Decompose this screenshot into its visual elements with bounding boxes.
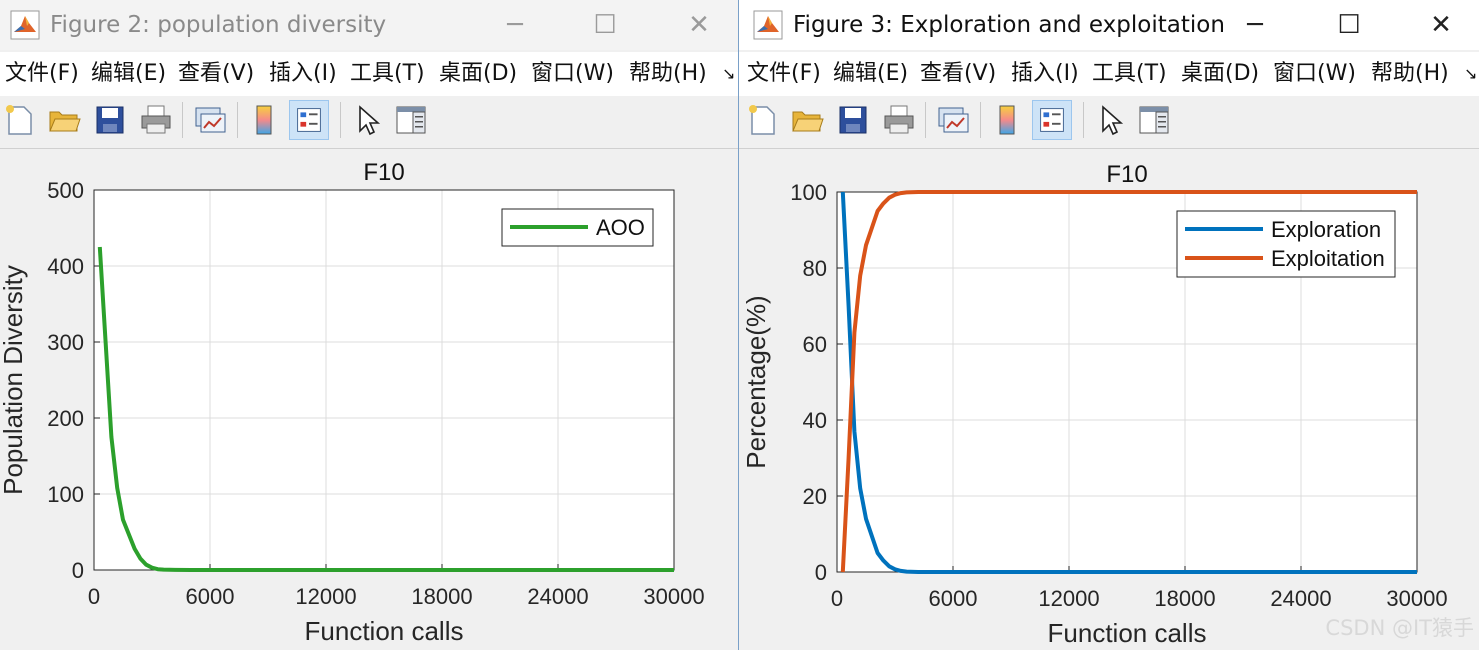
x-tick-label: 30000 <box>1386 586 1447 611</box>
property-inspector-icon[interactable] <box>391 100 431 140</box>
x-tick-label: 18000 <box>411 584 472 609</box>
menu-edit[interactable]: 编辑(E) <box>91 58 166 90</box>
menu-window[interactable]: 窗口(W) <box>531 58 614 90</box>
print-icon[interactable] <box>879 100 919 140</box>
y-tick-label: 60 <box>803 332 827 357</box>
menu-help[interactable]: 帮助(H) <box>629 58 707 90</box>
legend-label-aoo: AOO <box>596 215 645 240</box>
figure-window-exploration-exploitation: Figure 3: Exploration and exploitation ─… <box>738 0 1479 650</box>
toolbar-separator <box>340 102 341 138</box>
menu-overflow-icon[interactable]: ↘ <box>1464 58 1477 90</box>
x-tick-label: 18000 <box>1154 586 1215 611</box>
legend-label-exploration: Exploration <box>1271 217 1381 242</box>
property-inspector-icon[interactable] <box>1134 100 1174 140</box>
y-tick-label: 300 <box>47 330 84 355</box>
menu-bar: 文件(F) 编辑(E) 查看(V) 插入(I) 工具(T) 桌面(D) 窗口(W… <box>739 52 1479 96</box>
chart-title: F10 <box>363 159 404 186</box>
close-button[interactable]: ✕ <box>1425 9 1457 41</box>
figure-canvas[interactable]: 0 6000 12000 18000 24000 30000 0 100 200 300 400 50… <box>0 149 738 650</box>
legend-label-exploitation: Exploitation <box>1271 246 1385 271</box>
print-icon[interactable] <box>136 100 176 140</box>
x-axis-label: Function calls <box>305 616 464 646</box>
open-file-icon[interactable] <box>787 100 827 140</box>
y-tick-label: 500 <box>47 178 84 203</box>
x-tick-label: 30000 <box>643 584 704 609</box>
x-tick-label: 0 <box>88 584 100 609</box>
y-tick-label: 0 <box>72 558 84 583</box>
x-tick-label: 12000 <box>1038 586 1099 611</box>
y-tick-label: 400 <box>47 254 84 279</box>
menu-window[interactable]: 窗口(W) <box>1273 58 1356 90</box>
y-tick-label: 80 <box>803 256 827 281</box>
x-tick-label: 6000 <box>929 586 978 611</box>
y-tick-label: 100 <box>790 180 827 205</box>
y-tick-label: 200 <box>47 406 84 431</box>
menu-edit[interactable]: 编辑(E) <box>833 58 908 90</box>
matlab-app-icon <box>10 10 40 40</box>
x-tick-label: 24000 <box>527 584 588 609</box>
colorbar-icon[interactable] <box>987 100 1027 140</box>
title-bar[interactable]: Figure 2: population diversity ─ ☐ ✕ <box>0 0 738 50</box>
menu-file[interactable]: 文件(F) <box>5 58 79 90</box>
save-icon[interactable] <box>833 100 873 140</box>
menu-overflow-icon[interactable]: ↘ <box>722 58 735 90</box>
y-tick-label: 20 <box>803 484 827 509</box>
x-axis-label: Function calls <box>1048 618 1207 648</box>
legend-icon[interactable] <box>1032 100 1072 140</box>
x-tick-label: 0 <box>831 586 843 611</box>
x-tick-label: 24000 <box>1270 586 1331 611</box>
x-tick-label: 6000 <box>186 584 235 609</box>
menu-desktop[interactable]: 桌面(D) <box>1181 58 1259 90</box>
y-axis-label: Population Diversity <box>0 265 28 495</box>
toolbar-separator <box>237 102 238 138</box>
new-figure-icon[interactable] <box>743 100 783 140</box>
watermark: CSDN @IT猿手 <box>1325 616 1474 640</box>
menu-bar: 文件(F) 编辑(E) 查看(V) 插入(I) 工具(T) 桌面(D) 窗口(W… <box>0 52 738 96</box>
y-tick-label: 40 <box>803 408 827 433</box>
toolbar-separator <box>182 102 183 138</box>
legend-icon[interactable] <box>289 100 329 140</box>
maximize-button[interactable]: ☐ <box>589 9 621 41</box>
x-tick-label: 12000 <box>295 584 356 609</box>
window-title: Figure 2: population diversity <box>50 12 387 38</box>
menu-view[interactable]: 查看(V) <box>920 58 996 90</box>
population-diversity-chart[interactable]: 0 6000 12000 18000 24000 30000 0 100 200 300 400 50… <box>0 149 737 650</box>
minimize-button[interactable]: ─ <box>1239 9 1271 41</box>
figure-toolbar <box>0 96 738 149</box>
pointer-icon[interactable] <box>347 100 387 140</box>
menu-file[interactable]: 文件(F) <box>747 58 821 90</box>
pointer-icon[interactable] <box>1090 100 1130 140</box>
link-plot-icon[interactable] <box>932 100 972 140</box>
chart-title: F10 <box>1106 161 1147 188</box>
minimize-button[interactable]: ─ <box>499 9 531 41</box>
window-title: Figure 3: Exploration and exploitation <box>793 12 1225 38</box>
exploration-exploitation-chart[interactable]: 0 6000 12000 18000 24000 30000 0 20 40 60 80 100 F10… <box>739 149 1479 650</box>
matlab-app-icon <box>753 10 783 40</box>
figure-toolbar <box>739 96 1479 149</box>
title-bar[interactable]: Figure 3: Exploration and exploitation ─… <box>739 0 1479 50</box>
y-tick-label: 100 <box>47 482 84 507</box>
colorbar-icon[interactable] <box>244 100 284 140</box>
menu-desktop[interactable]: 桌面(D) <box>439 58 517 90</box>
y-tick-label: 0 <box>815 560 827 585</box>
maximize-button[interactable]: ☐ <box>1333 9 1365 41</box>
y-axis-label: Percentage(%) <box>741 295 771 468</box>
save-icon[interactable] <box>90 100 130 140</box>
menu-insert[interactable]: 插入(I) <box>269 58 337 90</box>
menu-view[interactable]: 查看(V) <box>178 58 254 90</box>
menu-insert[interactable]: 插入(I) <box>1011 58 1079 90</box>
menu-tools[interactable]: 工具(T) <box>1092 58 1167 90</box>
figure-canvas[interactable]: 0 6000 12000 18000 24000 30000 0 20 40 60 80 100 F10… <box>739 149 1479 650</box>
menu-tools[interactable]: 工具(T) <box>350 58 425 90</box>
plot-background <box>94 190 674 570</box>
close-button[interactable]: ✕ <box>683 9 715 41</box>
toolbar-separator <box>1083 102 1084 138</box>
open-file-icon[interactable] <box>44 100 84 140</box>
link-plot-icon[interactable] <box>189 100 229 140</box>
toolbar-separator <box>980 102 981 138</box>
figure-window-population-diversity: Figure 2: population diversity ─ ☐ ✕ 文件(… <box>0 0 739 650</box>
menu-help[interactable]: 帮助(H) <box>1371 58 1449 90</box>
toolbar-separator <box>925 102 926 138</box>
new-figure-icon[interactable] <box>0 100 40 140</box>
